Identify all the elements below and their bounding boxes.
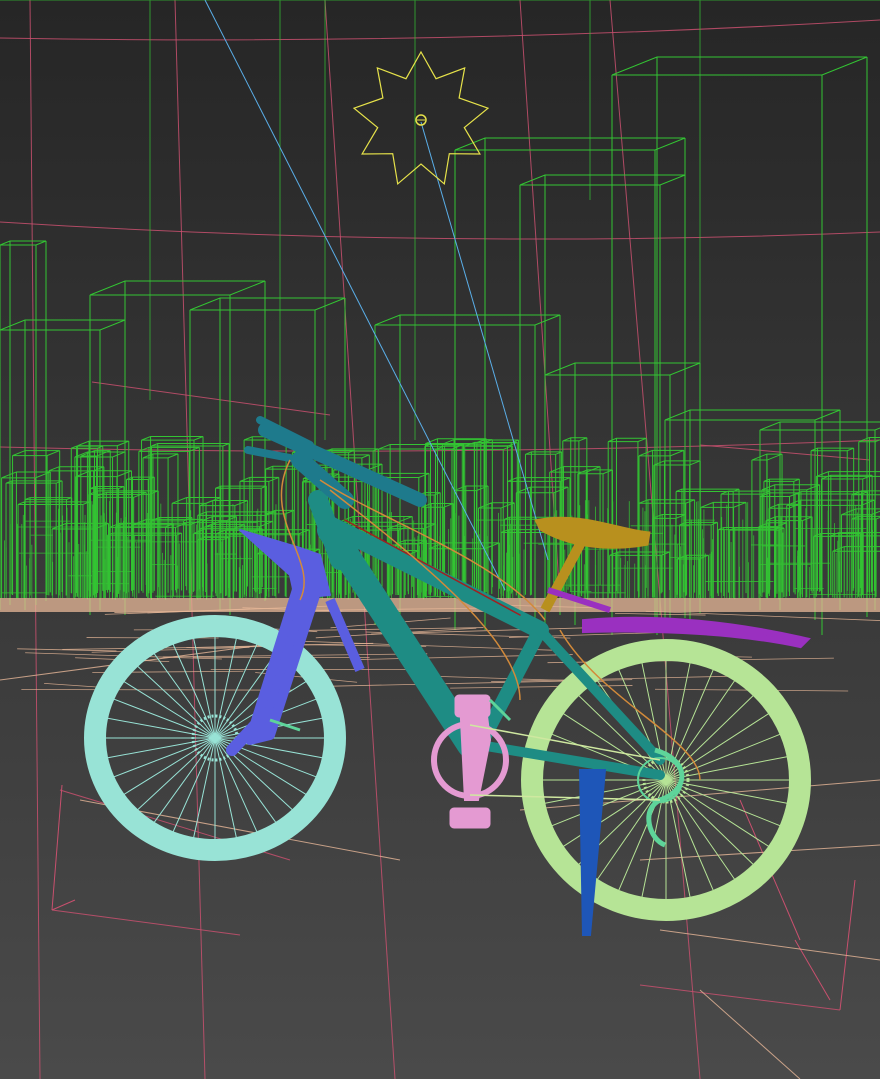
wireframe-scene[interactable] (0, 0, 880, 1079)
3d-viewport[interactable] (0, 0, 880, 1079)
rear-wheel[interactable] (521, 639, 811, 921)
pedal-bottom (449, 807, 491, 829)
ground-strip (0, 598, 880, 612)
pedal-top (454, 694, 491, 718)
